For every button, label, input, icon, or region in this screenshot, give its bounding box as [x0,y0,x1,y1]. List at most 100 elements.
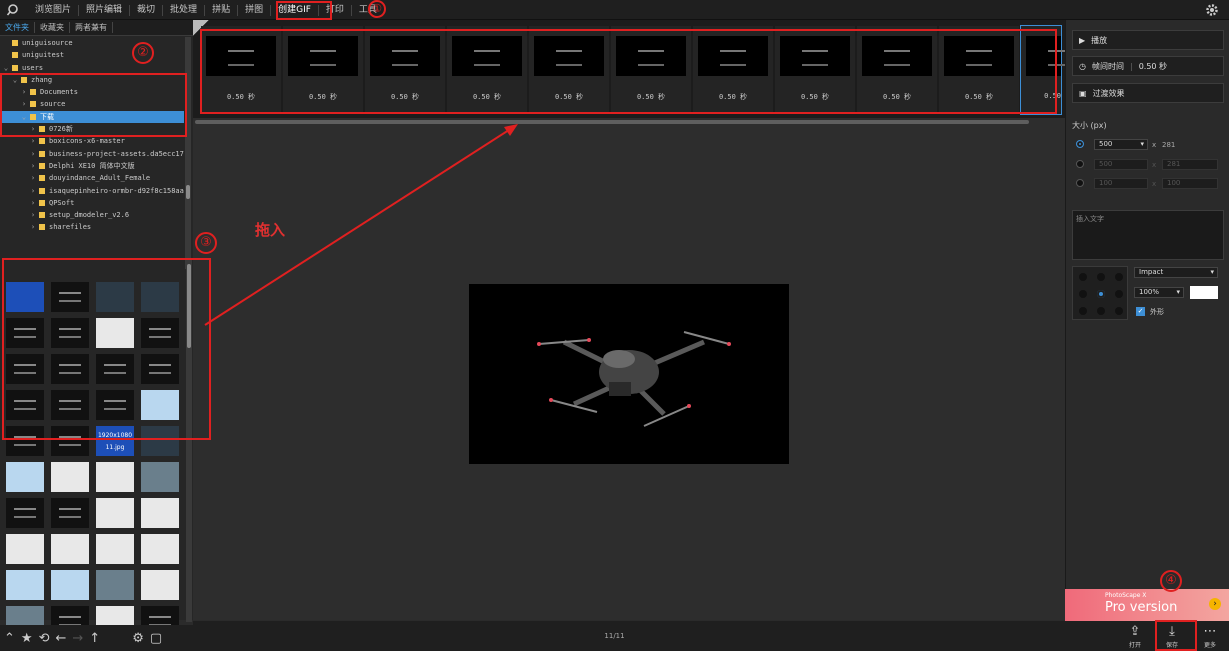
tree-item[interactable]: › setup_dmodeler_v2.6 [0,209,184,221]
pos-ml[interactable] [1079,290,1087,298]
tab-batch[interactable]: 批处理 [162,4,204,16]
chevron-right-icon[interactable]: › [30,148,36,160]
pos-tr[interactable] [1115,273,1123,281]
gif-frame[interactable]: 0.50 秒 [365,26,445,114]
size-option-3-radio[interactable] [1076,179,1084,187]
opacity-select[interactable]: 100% ▾ [1134,287,1184,298]
tree-item[interactable]: › business-project-assets.da5ecc1755 [0,148,184,160]
gif-frame[interactable]: 0.50 [1020,25,1074,115]
chevron-right-icon[interactable]: › [30,123,36,135]
tree-item[interactable]: › 0726新 [0,123,184,135]
tree-item[interactable]: › douyindance_Adult_Female [0,172,184,184]
image-thumbnail[interactable] [51,282,89,312]
pos-tl[interactable] [1079,273,1087,281]
image-thumbnail[interactable] [51,390,89,420]
star-icon[interactable]: ★ [21,631,33,646]
width-select[interactable]: 500 ▾ [1094,139,1148,150]
image-thumbnail[interactable] [51,318,89,348]
image-thumbnail[interactable] [96,462,134,492]
tab-browse[interactable]: 浏览图片 [28,5,78,16]
image-thumbnail[interactable] [96,354,134,384]
chevron-right-icon[interactable]: › [21,86,27,98]
image-thumbnail[interactable] [141,390,179,420]
gif-frame[interactable]: 0.50 秒 [283,26,363,114]
up-arrow-icon[interactable]: ↑ [89,631,100,646]
gif-frame[interactable]: 0.50 秒 [939,26,1019,114]
image-thumbnail[interactable] [51,498,89,528]
transition-button[interactable]: ▣ 过渡效果 [1072,83,1224,103]
tab-both[interactable]: 两者兼有 [70,22,113,33]
search-icon[interactable] [6,3,20,17]
tree-item[interactable]: › boxicons-x6-master [0,135,184,147]
pos-tc[interactable] [1097,273,1105,281]
image-thumbnail[interactable] [6,354,44,384]
tree-item[interactable]: › QPSoft [0,197,184,209]
chevron-right-icon[interactable]: › [21,98,27,110]
image-thumbnail[interactable] [6,318,44,348]
tree-item[interactable]: › Delphi XE10 简体中文版 [0,160,184,172]
size-option-1-radio[interactable] [1076,140,1084,148]
image-thumbnail[interactable] [51,462,89,492]
text-color-swatch[interactable] [1190,286,1218,299]
font-select[interactable]: Impact ▾ [1134,267,1218,278]
chevron-right-icon[interactable]: › [30,197,36,209]
tab-combine[interactable]: 拼图 [237,4,270,16]
image-thumbnail[interactable] [51,354,89,384]
more-button[interactable]: ⋯ 更多 [1197,624,1223,649]
tree-scrollbar-thumb[interactable] [186,185,190,199]
pos-br[interactable] [1115,307,1123,315]
image-thumbnail[interactable] [141,282,179,312]
text-input[interactable]: 插入文字 [1072,210,1224,260]
image-thumbnail[interactable] [6,390,44,420]
image-thumbnail[interactable] [6,462,44,492]
tab-favorites[interactable]: 收藏夹 [35,22,70,33]
image-thumbnail[interactable] [6,570,44,600]
frame-strip-scrollbar[interactable] [195,120,1029,124]
tree-item[interactable]: ⌄ zhang [0,74,184,86]
image-thumbnail[interactable] [141,426,179,456]
gif-frame[interactable]: 0.50 秒 [693,26,773,114]
image-thumbnail[interactable] [96,570,134,600]
pos-mr[interactable] [1115,290,1123,298]
tree-item[interactable]: › source [0,98,184,110]
chevron-right-icon[interactable]: › [30,135,36,147]
gif-frame[interactable]: 0.50 秒 [775,26,855,114]
outline-checkbox[interactable]: ✓ [1136,307,1145,316]
image-thumbnail[interactable] [141,534,179,564]
chevron-down-icon[interactable]: ⌄ [12,74,18,86]
thumbs-scrollbar[interactable] [186,260,192,622]
tab-collage[interactable]: 拼贴 [204,4,237,16]
chevron-right-icon[interactable]: › [30,209,36,221]
back-arrow-icon[interactable]: ← [55,631,66,646]
pro-version-banner[interactable]: PhotoScape X Pro version › [1065,589,1229,621]
image-thumbnail[interactable] [6,282,44,312]
gear-icon[interactable] [1205,3,1219,17]
image-thumbnail[interactable] [96,390,134,420]
chevron-right-icon[interactable]: › [30,185,36,197]
chevron-down-icon[interactable]: ⌄ [21,111,27,123]
image-thumbnail[interactable] [96,318,134,348]
gif-frame[interactable]: 0.50 秒 [529,26,609,114]
tree-item[interactable]: uniguitest [0,49,184,61]
image-thumbnail[interactable] [51,570,89,600]
image-thumbnail[interactable] [51,534,89,564]
image-thumbnail[interactable] [141,354,179,384]
gif-frame[interactable]: 0.50 秒 [201,26,281,114]
thumbs-scrollbar-thumb[interactable] [187,264,191,348]
refresh-icon[interactable]: ⟲ [39,631,50,646]
play-button[interactable]: ▶ 播放 [1072,30,1224,50]
tree-item[interactable]: uniguisource [0,37,184,49]
chevron-right-icon[interactable]: › [30,221,36,233]
frame-time-button[interactable]: ◷ 帧间时间 | 0.50 秒 [1072,56,1224,76]
save-button[interactable]: ⤓ 保存 [1159,624,1185,649]
tab-print[interactable]: 打印 [317,4,351,16]
image-thumbnail[interactable] [96,282,134,312]
size-option-2-radio[interactable] [1076,160,1084,168]
tab-tools[interactable]: 工具 [350,4,384,16]
tab-photo-edit[interactable]: 照片编辑 [78,4,129,16]
image-thumbnail[interactable] [6,534,44,564]
settings-gear-icon[interactable]: ⚙ [132,631,144,646]
image-thumbnail[interactable] [141,570,179,600]
gif-frame[interactable]: 0.50 秒 [447,26,527,114]
gif-frame[interactable]: 0.50 秒 [857,26,937,114]
